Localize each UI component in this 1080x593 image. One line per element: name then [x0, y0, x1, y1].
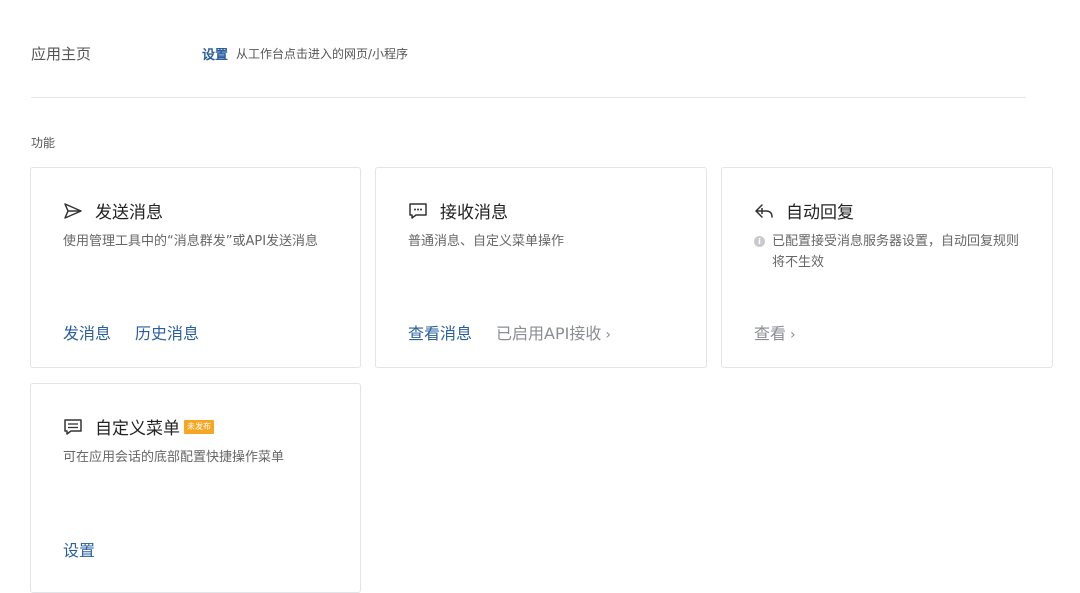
view-auto-reply-link[interactable]: 查看 ›: [754, 320, 796, 344]
menu-icon: [63, 417, 83, 437]
card-description: 可在应用会话的底部配置快捷操作菜单: [63, 450, 285, 465]
card-actions: 查看 ›: [754, 320, 820, 344]
app-home-row: 应用主页 设置 从工作台点击进入的网页/小程序: [31, 42, 408, 64]
message-history-button[interactable]: 历史消息: [135, 320, 199, 344]
card-actions: 发消息 历史消息: [63, 320, 223, 344]
card-description-row: i 已配置接受消息服务器设置，自动回复规则将不生效: [754, 231, 1024, 273]
info-icon: i: [754, 236, 765, 247]
menu-settings-button[interactable]: 设置: [63, 537, 95, 561]
card-description: 普通消息、自定义菜单操作: [408, 234, 565, 249]
view-label: 查看: [754, 324, 787, 343]
send-icon: [63, 201, 83, 221]
card-actions: 查看消息 已启用API接收 ›: [408, 320, 635, 344]
card-header: 接收消息: [408, 198, 508, 223]
section-title: 功能: [31, 136, 56, 150]
card-title: 发送消息: [95, 203, 163, 223]
api-receive-label: 已启用API接收: [496, 324, 602, 343]
card-header: 发送消息: [63, 198, 163, 223]
send-message-button[interactable]: 发消息: [63, 320, 111, 344]
status-badge: 未发布: [184, 419, 214, 434]
view-messages-button[interactable]: 查看消息: [408, 320, 472, 344]
card-auto-reply: 自动回复 i 已配置接受消息服务器设置，自动回复规则将不生效 查看 ›: [721, 167, 1053, 368]
chevron-right-icon: ›: [605, 327, 611, 343]
card-header: 自定义菜单 未发布: [63, 414, 214, 439]
api-receive-link[interactable]: 已启用API接收 ›: [496, 320, 611, 344]
app-home-description: 从工作台点击进入的网页/小程序: [236, 46, 409, 61]
card-actions: 设置: [63, 537, 119, 561]
card-custom-menu: 自定义菜单 未发布 可在应用会话的底部配置快捷操作菜单 设置: [30, 383, 361, 593]
card-title: 自定义菜单: [95, 419, 180, 439]
app-home-label: 应用主页: [31, 44, 92, 63]
card-description: 已配置接受消息服务器设置，自动回复规则将不生效: [772, 234, 1020, 270]
chat-bubble-icon: [408, 201, 428, 221]
chevron-right-icon: ›: [790, 327, 796, 343]
divider: [31, 97, 1026, 98]
card-title: 自动回复: [786, 203, 854, 223]
app-home-settings-link[interactable]: 设置: [202, 44, 228, 63]
card-description: 使用管理工具中的“消息群发”或API发送消息: [63, 234, 319, 249]
card-send-message: 发送消息 使用管理工具中的“消息群发”或API发送消息 发消息 历史消息: [30, 167, 361, 368]
card-title: 接收消息: [440, 203, 508, 223]
card-receive-message: 接收消息 普通消息、自定义菜单操作 查看消息 已启用API接收 ›: [375, 167, 707, 368]
reply-icon: [754, 201, 774, 221]
card-header: 自动回复: [754, 198, 854, 223]
